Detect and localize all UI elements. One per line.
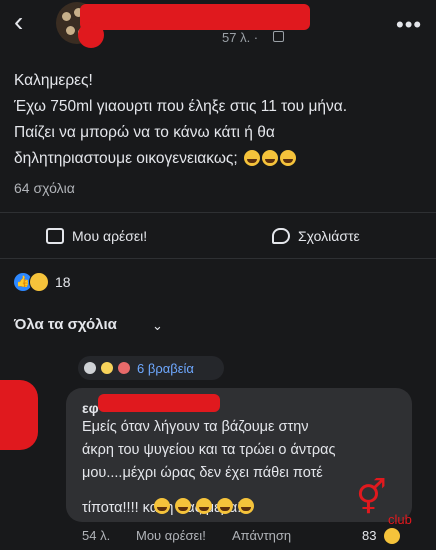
- like-button[interactable]: Μου αρέσει!: [46, 228, 147, 244]
- comment-reaction-count[interactable]: 83: [362, 528, 376, 543]
- post-line-with-emoji: δηλητηριαστουμε οικογενειακως;: [14, 146, 424, 172]
- comment-line: Εμείς όταν λήγουν τα βάζουμε στην: [82, 419, 309, 435]
- comment-line: μου....μέχρι ώρας δεν έχει πάθει ποτέ: [82, 465, 323, 481]
- like-label: Μου αρέσει!: [72, 228, 148, 244]
- haha-reaction-icon: [384, 528, 400, 544]
- post-line: Έχω 750ml γιαουρτι που έληξε στις 11 του…: [14, 98, 348, 115]
- post-timestamp: 57 λ. ·: [222, 30, 259, 45]
- redacted-author-name: [98, 394, 220, 412]
- laughing-emoji-icon: [280, 150, 297, 166]
- tongue-emoji-icon: [196, 498, 212, 514]
- post-text: Καλημερες! Έχω 750ml γιαουρτι που έληξε …: [14, 68, 424, 172]
- comment-label: Σχολιάστε: [298, 228, 360, 244]
- audience-icon: [273, 31, 284, 42]
- thinking-emoji-icon: [154, 498, 170, 514]
- laughing-emoji-icon: [244, 150, 261, 166]
- back-icon[interactable]: ‹: [14, 8, 23, 36]
- badges-label: 6 βραβεία: [137, 360, 194, 376]
- comment-button[interactable]: Σχολιάστε: [272, 228, 360, 244]
- redacted-avatar-mark: [78, 22, 104, 48]
- lightbulb-badge-icon: [101, 362, 113, 374]
- more-horizontal-icon[interactable]: •••: [396, 12, 422, 38]
- thinking-emoji-icon: [175, 498, 191, 514]
- target-badge-icon: [118, 362, 130, 374]
- divider: [0, 258, 436, 259]
- comment-time: 54 λ.: [82, 528, 111, 543]
- comment-like-button[interactable]: Μου αρέσει!: [136, 528, 206, 543]
- comment-reply-button[interactable]: Απάντηση: [232, 528, 291, 543]
- crying-laugh-emoji-icon: [238, 498, 254, 514]
- redacted-name: [80, 4, 310, 30]
- divider: [0, 212, 436, 213]
- redacted-commenter-avatar: [0, 380, 38, 450]
- comment-emojis: [152, 498, 254, 514]
- comment-icon: [272, 228, 290, 244]
- comment-line: άκρη του ψυγείου και τα τρώει ο άντρας: [82, 442, 336, 458]
- bunny-badge-icon: [84, 362, 96, 374]
- haha-reaction-icon: [29, 272, 49, 292]
- watermark-text: club: [388, 512, 412, 527]
- comment-badges[interactable]: 6 βραβεία: [78, 356, 224, 380]
- reactions-summary[interactable]: 👍 18: [14, 272, 71, 292]
- comment-author[interactable]: εφ: [82, 400, 99, 416]
- comments-count[interactable]: 64 σχόλια: [14, 180, 75, 196]
- laughing-emoji-icon: [262, 150, 279, 166]
- thumbs-up-icon: [46, 228, 64, 244]
- post-line: Καλημερες!: [14, 72, 93, 89]
- comments-filter[interactable]: Όλα τα σχόλια: [14, 316, 117, 333]
- post-line: Παίζει να μπορώ να το κάνω κάτι ή θα: [14, 124, 275, 141]
- crying-laugh-emoji-icon: [217, 498, 233, 514]
- watermark-logo-icon: ⚥: [356, 479, 387, 517]
- chevron-down-icon[interactable]: ⌄: [152, 318, 163, 334]
- reaction-count: 18: [55, 274, 71, 290]
